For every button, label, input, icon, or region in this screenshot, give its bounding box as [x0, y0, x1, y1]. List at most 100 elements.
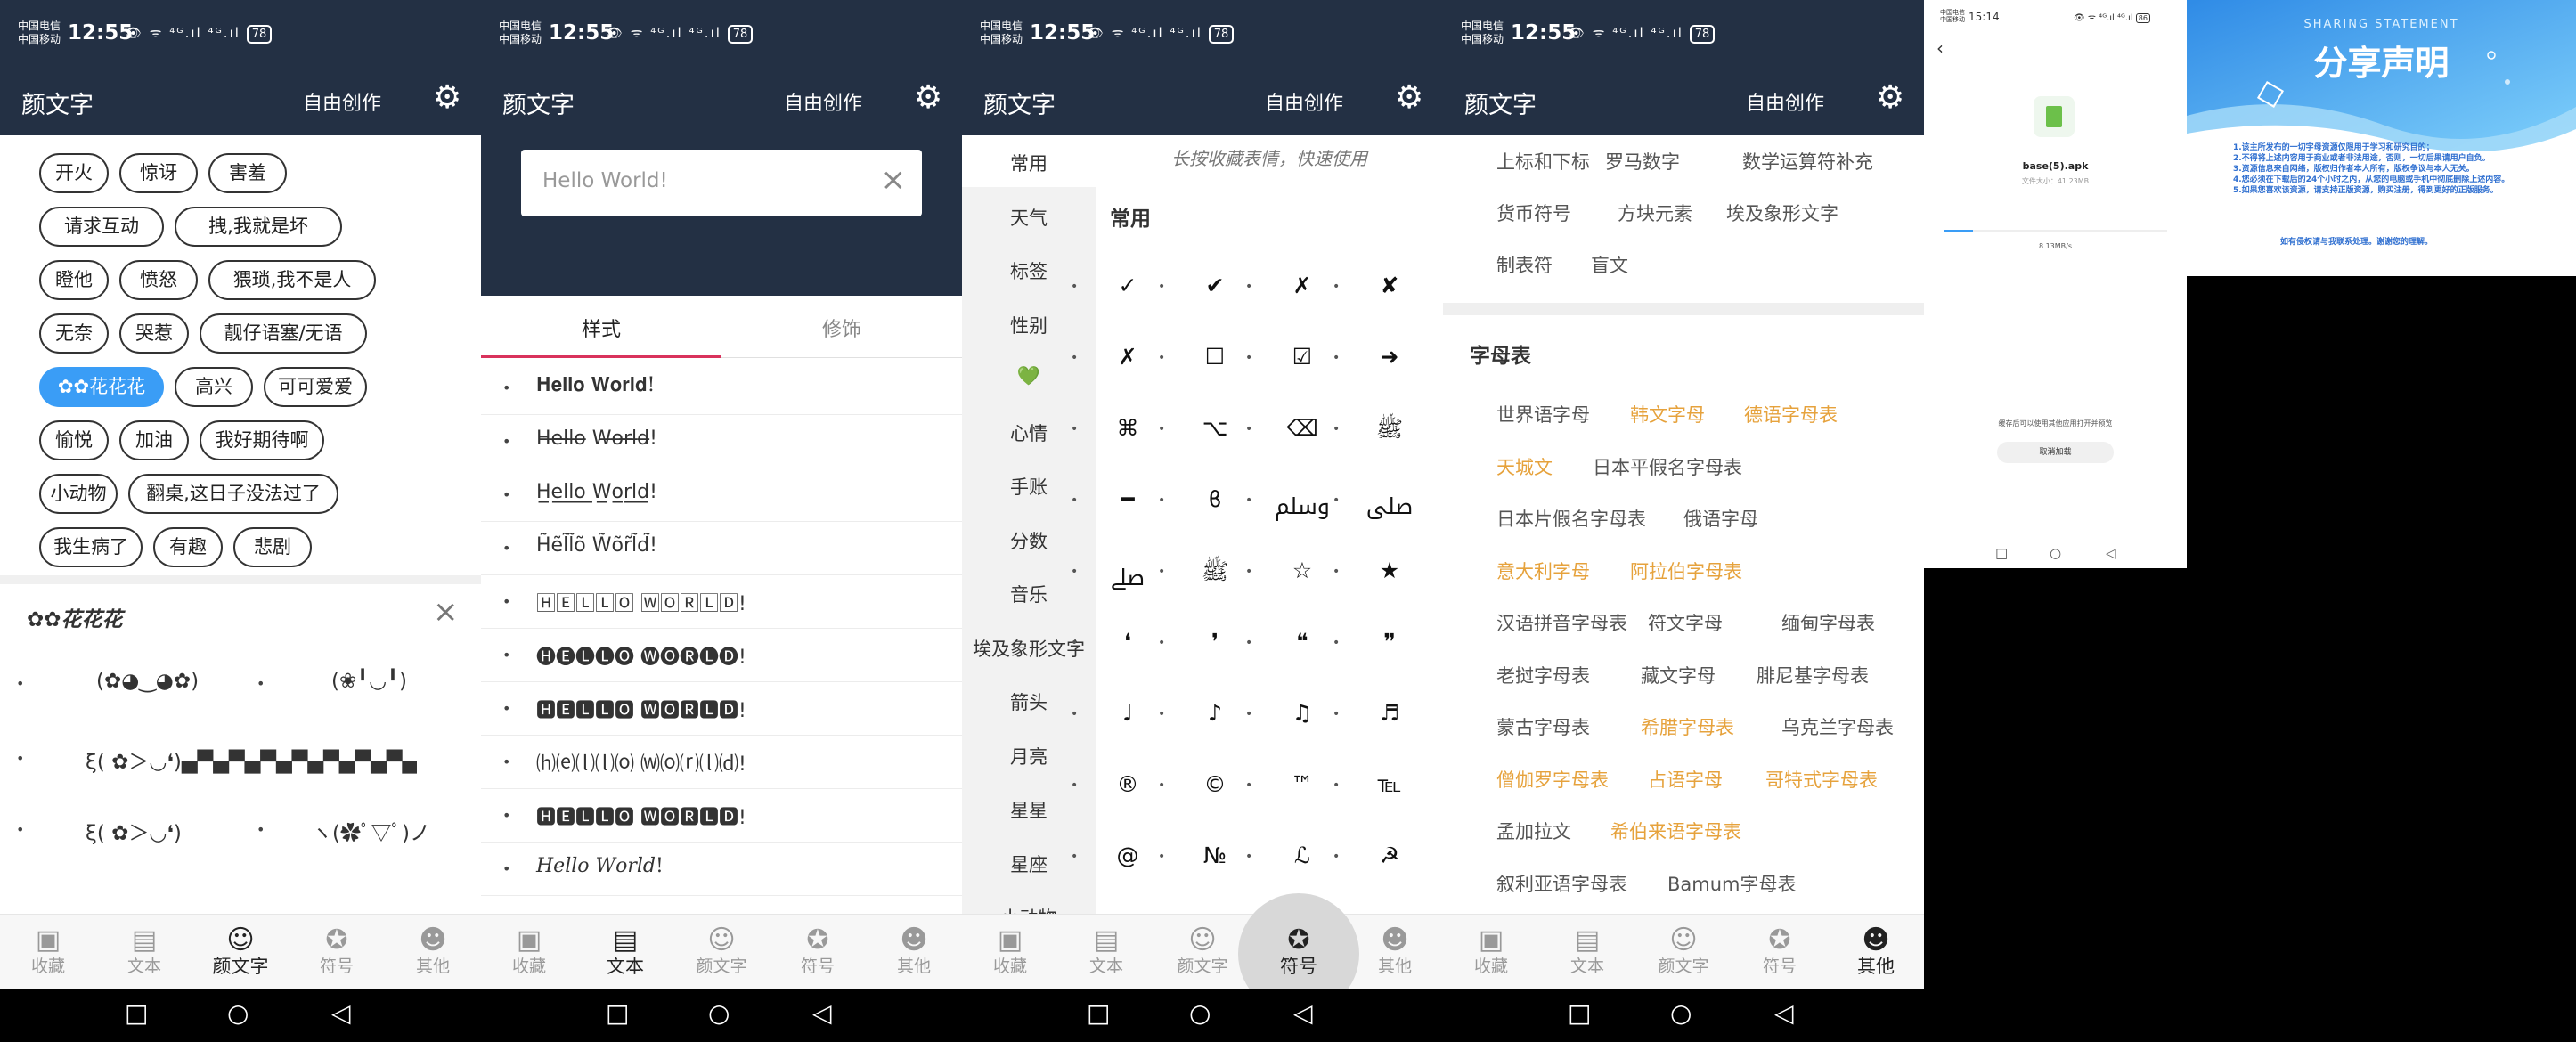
symbol-item[interactable]: ✗: [1267, 273, 1338, 298]
category-item[interactable]: 月亮: [962, 743, 1096, 769]
symbol-item[interactable]: ❞: [1354, 629, 1425, 655]
symbol-item[interactable]: ✗: [1092, 344, 1163, 370]
back-icon[interactable]: ◁: [812, 999, 832, 1028]
alphabet-link[interactable]: 缅甸字母表: [1781, 609, 1875, 636]
symbol-item[interactable]: ﷺ: [1354, 415, 1425, 448]
category-chip[interactable]: 悲剧: [233, 527, 312, 567]
nav-text[interactable]: ▤ 文本: [1058, 915, 1154, 989]
style-row[interactable]: • H̃ẽl̃l̃õ W̃õr̃l̃d̃!: [481, 522, 962, 575]
nav-text[interactable]: ▤ 文本: [1539, 915, 1635, 989]
category-chip[interactable]: 加油: [119, 420, 189, 460]
alphabet-link[interactable]: 叙利亚语字母表: [1496, 870, 1627, 897]
alphabet-link[interactable]: 韩文字母: [1630, 401, 1705, 427]
alphabet-link[interactable]: 天城文: [1496, 453, 1553, 480]
style-row[interactable]: • 𝐇𝐞𝐥𝐥𝐨 𝐖𝐨𝐫𝐥𝐝!: [481, 362, 962, 415]
nav-kaomoji[interactable]: ☺ 颜文字: [1154, 915, 1251, 989]
home-icon[interactable]: ○: [1189, 999, 1211, 1028]
category-chip[interactable]: 无奈: [39, 313, 109, 354]
symbol-item[interactable]: ☐: [1179, 344, 1251, 370]
kaomoji-item[interactable]: ξ( ✿＞◡❛)▄▀▄▀▄▀▄▀▄▀▄▀▄▀▄: [86, 745, 417, 780]
nav-other[interactable]: ☻ 其他: [1828, 915, 1924, 989]
alphabet-link[interactable]: 希伯来语字母表: [1610, 818, 1741, 844]
symbol-item[interactable]: ℒ: [1267, 843, 1338, 868]
alphabet-link[interactable]: 俄语字母: [1683, 505, 1758, 532]
symbol-category-link[interactable]: 盲文: [1591, 251, 1628, 278]
symbol-item[interactable]: ϐ: [1179, 486, 1251, 512]
category-chip[interactable]: 愤怒: [119, 260, 198, 300]
nav-kaomoji[interactable]: ☺ 颜文字: [1635, 915, 1732, 989]
symbol-item[interactable]: ⌫: [1267, 415, 1338, 441]
close-icon[interactable]: ×: [433, 597, 459, 627]
symbol-item[interactable]: ☑: [1267, 344, 1338, 370]
alphabet-link[interactable]: 意大利字母: [1496, 558, 1590, 584]
nav-symbols[interactable]: ✪ 符号: [1732, 915, 1828, 989]
symbol-item[interactable]: №: [1179, 843, 1251, 868]
symbol-item[interactable]: ❜: [1179, 629, 1251, 655]
symbol-item[interactable]: ♫: [1267, 700, 1338, 726]
style-row[interactable]: • H̲e̲l̲l̲o̲ ̲W̲o̲r̲l̲d̲!: [481, 468, 962, 522]
category-item[interactable]: 常用: [962, 150, 1096, 176]
category-chip[interactable]: 可可爱爱: [264, 367, 367, 407]
category-chip[interactable]: 开火: [39, 153, 109, 193]
symbol-item[interactable]: ﷹ: [1354, 486, 1425, 528]
back-icon[interactable]: ◁: [2106, 545, 2116, 561]
kaomoji-item[interactable]: (❀╹◡╹): [331, 670, 407, 705]
nav-text[interactable]: ▤ 文本: [577, 915, 673, 989]
nav-favorites[interactable]: ▣ 收藏: [1443, 915, 1539, 989]
gear-icon[interactable]: ⚙: [1876, 78, 1904, 118]
category-item[interactable]: 音乐: [962, 581, 1096, 607]
gear-icon[interactable]: ⚙: [433, 78, 461, 118]
alphabet-link[interactable]: 汉语拼音字母表: [1496, 609, 1627, 636]
category-chip[interactable]: 请求互动: [39, 207, 164, 247]
gear-icon[interactable]: ⚙: [1395, 78, 1423, 118]
nav-symbols[interactable]: ✪ 符号: [770, 915, 866, 989]
category-chip[interactable]: 高兴: [175, 367, 253, 407]
nav-symbols[interactable]: ✪ 符号: [289, 915, 385, 989]
alphabet-link[interactable]: 希腊字母表: [1641, 713, 1734, 740]
alphabet-link[interactable]: 符文字母: [1648, 609, 1723, 636]
free-create-button[interactable]: 自由创作: [1265, 87, 1343, 116]
home-icon[interactable]: ○: [227, 999, 249, 1028]
symbol-category-link[interactable]: 上标和下标: [1496, 148, 1590, 175]
nav-other[interactable]: ☻ 其他: [866, 915, 962, 989]
symbol-category-link[interactable]: 货币符号: [1496, 199, 1571, 226]
symbol-item[interactable]: ★: [1354, 558, 1425, 583]
home-icon[interactable]: ○: [1670, 999, 1692, 1028]
category-chip[interactable]: 我生病了: [39, 527, 143, 567]
alphabet-link[interactable]: Bamum字母表: [1667, 870, 1797, 897]
alphabet-link[interactable]: 僧伽罗字母表: [1496, 766, 1609, 793]
category-chip[interactable]: 我好期待啊: [200, 420, 324, 460]
category-chip[interactable]: 靓仔语塞/无语: [200, 313, 367, 354]
nav-other[interactable]: ☻ 其他: [1347, 915, 1443, 989]
symbol-item[interactable]: ⌘: [1092, 415, 1163, 441]
symbol-item[interactable]: ♩: [1092, 700, 1163, 726]
nav-other[interactable]: ☻ 其他: [385, 915, 481, 989]
category-item[interactable]: 星星: [962, 796, 1096, 823]
free-create-button[interactable]: 自由创作: [784, 87, 862, 116]
symbol-category-link[interactable]: 方块元素: [1618, 199, 1692, 226]
symbol-item[interactable]: ❛: [1092, 629, 1163, 655]
category-chip[interactable]: ✿✿花花花: [39, 367, 164, 407]
tab-decoration[interactable]: 修饰: [721, 313, 962, 342]
category-chip[interactable]: 害羞: [208, 153, 287, 193]
alphabet-link[interactable]: 藏文字母: [1641, 662, 1716, 688]
nav-favorites[interactable]: ▣ 收藏: [481, 915, 577, 989]
symbol-item[interactable]: ⌥: [1179, 415, 1251, 441]
symbol-item[interactable]: ❝: [1267, 629, 1338, 655]
symbol-category-link[interactable]: 埃及象形文字: [1726, 199, 1838, 226]
category-item[interactable]: 💚: [962, 365, 1096, 387]
symbol-item[interactable]: ©: [1179, 771, 1251, 797]
alphabet-link[interactable]: 占语字母: [1648, 766, 1723, 793]
style-row[interactable]: • 🅗🅔🅛🅛🅞 🅦🅞🅡🅛🅓!: [481, 629, 962, 682]
recents-icon[interactable]: □: [1568, 999, 1591, 1028]
symbol-category-link[interactable]: 数学运算符补充: [1742, 148, 1873, 175]
nav-favorites[interactable]: ▣ 收藏: [962, 915, 1058, 989]
nav-favorites[interactable]: ▣ 收藏: [0, 915, 96, 989]
symbol-item[interactable]: ☆: [1267, 558, 1338, 583]
symbol-item[interactable]: ﷸ: [1267, 486, 1338, 528]
category-chip[interactable]: 拽,我就是坏: [175, 207, 342, 247]
symbol-item[interactable]: ™: [1267, 771, 1338, 797]
nav-text[interactable]: ▤ 文本: [96, 915, 192, 989]
symbol-item[interactable]: ➜: [1354, 344, 1425, 370]
symbol-item[interactable]: ━: [1092, 486, 1163, 512]
